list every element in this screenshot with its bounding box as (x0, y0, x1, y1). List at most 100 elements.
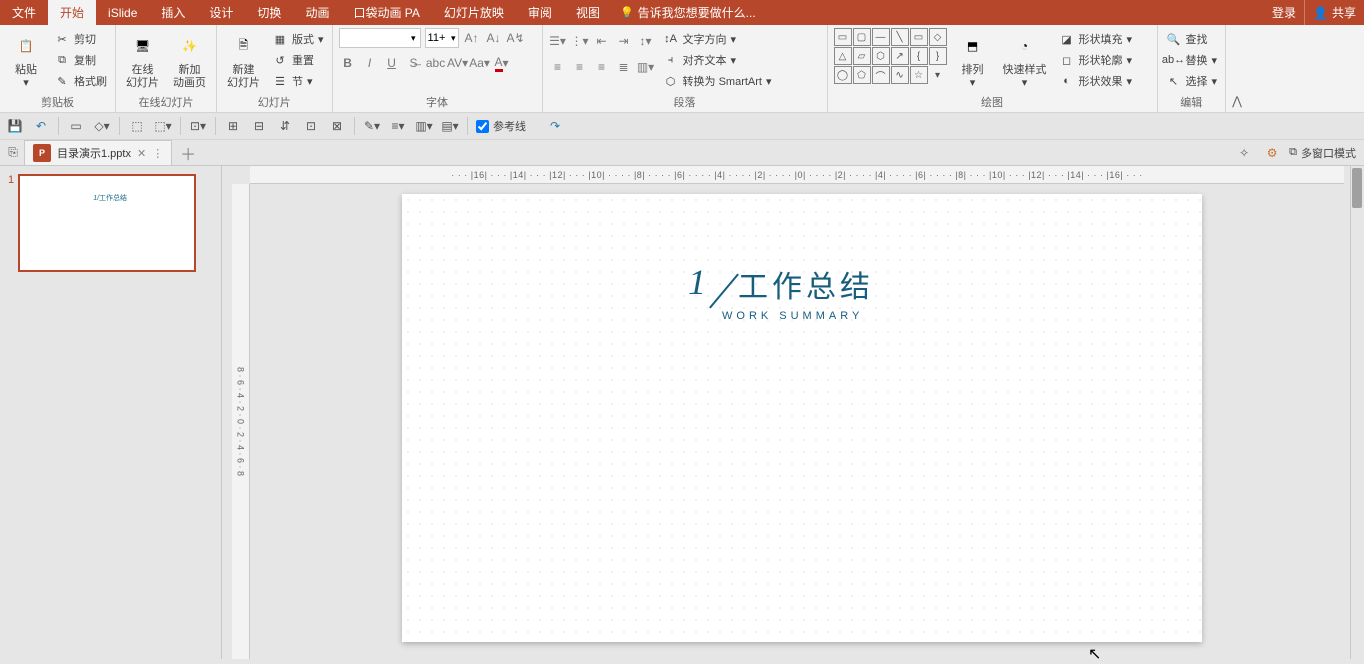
spacing-button[interactable]: AV▾ (449, 54, 467, 72)
layout-button[interactable]: ▦版式 ▾ (270, 30, 326, 48)
numbering-button[interactable]: ⋮▾ (571, 32, 589, 50)
menu-transition[interactable]: 切换 (245, 0, 293, 25)
menu-review[interactable]: 审阅 (516, 0, 564, 25)
online-slide-button[interactable]: 🖥 在线 幻灯片 (122, 28, 163, 92)
menu-islide[interactable]: iSlide (96, 0, 149, 25)
menu-home[interactable]: 开始 (48, 0, 96, 25)
italic-button[interactable]: I (361, 54, 379, 72)
menu-pa[interactable]: 口袋动画 PA (341, 0, 431, 25)
redo-button[interactable]: ↷ (546, 117, 564, 135)
strike-button[interactable]: S̶ (405, 54, 423, 72)
font-color-button[interactable]: A▾ (493, 54, 511, 72)
qa-btn-13[interactable]: ▥▾ (415, 117, 433, 135)
login-button[interactable]: 登录 (1264, 0, 1304, 25)
menu-file[interactable]: 文件 (0, 0, 48, 25)
new-slide-button[interactable]: 🗎 新建 幻灯片 (223, 28, 264, 92)
smartart-button[interactable]: ⬡转换为 SmartArt ▾ (661, 72, 774, 90)
arrange-button[interactable]: ⬒ 排列▾ (953, 28, 993, 92)
shape-effect-button[interactable]: ◐形状效果 ▾ (1057, 72, 1135, 90)
qa-btn-3[interactable]: ⬚ (128, 117, 146, 135)
menu-slideshow[interactable]: 幻灯片放映 (432, 0, 516, 25)
tell-me-box[interactable]: 告诉我您想要做什么... (612, 0, 764, 25)
menu-insert[interactable]: 插入 (149, 0, 197, 25)
qa-btn-4[interactable]: ⬚▾ (154, 117, 172, 135)
tab-nav-icon[interactable]: ⎘ (4, 144, 22, 162)
settings-button[interactable]: ⚙ (1261, 142, 1283, 164)
slide-subtitle[interactable]: WORK SUMMARY (722, 310, 863, 322)
qa-btn-6[interactable]: ⊞ (224, 117, 242, 135)
font-family-select[interactable]: ▾ (339, 28, 421, 48)
line-spacing-button[interactable]: ↕▾ (637, 32, 655, 50)
select-button[interactable]: ↖选择 ▾ (1164, 72, 1220, 90)
reset-button[interactable]: ↺重置 (270, 51, 326, 69)
ribbon-collapse-button[interactable]: ⋀ (1226, 25, 1248, 112)
qa-btn-12[interactable]: ≡▾ (389, 117, 407, 135)
text-direction-button[interactable]: ↕A文字方向 ▾ (661, 30, 774, 48)
vertical-ruler[interactable]: 8 · 6 · 4 · 2 · 0 · 2 · 4 · 6 · 8 (232, 184, 250, 659)
qa-btn-1[interactable]: ▭ (67, 117, 85, 135)
menu-animation[interactable]: 动画 (293, 0, 341, 25)
paste-button[interactable]: 📋 粘贴▾ (6, 28, 46, 92)
cut-button[interactable]: ✂剪切 (52, 30, 109, 48)
close-tab-button[interactable]: ✕ (137, 147, 146, 160)
font-size-select[interactable]: 11+▾ (425, 28, 459, 48)
qa-btn-10[interactable]: ⊠ (328, 117, 346, 135)
guideline-checkbox-input[interactable] (476, 120, 489, 133)
save-button[interactable]: 💾 (6, 117, 24, 135)
underline-button[interactable]: U (383, 54, 401, 72)
slide-title-group[interactable]: 1 工作总结 (688, 262, 874, 306)
qa-btn-5[interactable]: ⊡▾ (189, 117, 207, 135)
bold-button[interactable]: B (339, 54, 357, 72)
menu-view[interactable]: 视图 (564, 0, 612, 25)
document-tab[interactable]: P 目录演示1.pptx ✕ ⋮ (24, 140, 172, 165)
qa-btn-2[interactable]: ◇▾ (93, 117, 111, 135)
vertical-scrollbar[interactable] (1350, 166, 1364, 659)
shrink-font-button[interactable]: A↓ (485, 29, 503, 47)
slide-canvas[interactable]: 1 工作总结 WORK SUMMARY (402, 194, 1202, 642)
group-font: ▾ 11+▾ A↑ A↓ A↯ B I U S̶ abc AV▾ Aa▾ A▾ … (333, 25, 543, 112)
align-text-button[interactable]: ⫞对齐文本 ▾ (661, 51, 774, 69)
qa-btn-9[interactable]: ⊡ (302, 117, 320, 135)
indent-dec-button[interactable]: ⇤ (593, 32, 611, 50)
qa-btn-8[interactable]: ⇵ (276, 117, 294, 135)
align-center-button[interactable]: ≡ (571, 58, 589, 76)
section-button[interactable]: ☰节 ▾ (270, 72, 326, 90)
case-button[interactable]: Aa▾ (471, 54, 489, 72)
find-button[interactable]: 🔍查找 (1164, 30, 1220, 48)
copy-button[interactable]: ⧉复制 (52, 51, 109, 69)
replace-button[interactable]: ab↔替换 ▾ (1164, 51, 1220, 69)
shape-outline-button[interactable]: ◻形状轮廓 ▾ (1057, 51, 1135, 69)
indent-inc-button[interactable]: ⇥ (615, 32, 633, 50)
vertical-scroll-thumb[interactable] (1352, 168, 1362, 208)
shape-fill-button[interactable]: ◪形状填充 ▾ (1057, 30, 1135, 48)
online-slide-label: 在线 幻灯片 (126, 64, 159, 90)
qa-btn-14[interactable]: ▤▾ (441, 117, 459, 135)
horizontal-ruler[interactable]: · · · |16| · · · |14| · · · |12| · · · |… (250, 166, 1344, 184)
work-area: 1 1/工作总结 · · · |16| · · · |14| · · · |12… (0, 166, 1364, 659)
qa-btn-7[interactable]: ⊟ (250, 117, 268, 135)
columns-button[interactable]: ▥▾ (637, 58, 655, 76)
qa-btn-11[interactable]: ✎▾ (363, 117, 381, 135)
pin-button[interactable]: ✧ (1233, 142, 1255, 164)
align-justify-button[interactable]: ≣ (615, 58, 633, 76)
quick-style-icon: ◔ (1009, 30, 1041, 62)
clear-format-button[interactable]: A↯ (507, 29, 525, 47)
share-button[interactable]: 👤共享 (1304, 0, 1364, 25)
tab-menu-icon[interactable]: ⋮ (152, 147, 163, 160)
add-tab-button[interactable]: ＋ (178, 143, 198, 163)
align-left-button[interactable]: ≡ (549, 58, 567, 76)
align-right-button[interactable]: ≡ (593, 58, 611, 76)
shape-gallery[interactable]: ▭▢—╲▭◇ △▱⬡↗{} ◯⬠⌒∿☆▾ (834, 28, 947, 84)
guideline-checkbox[interactable]: 参考线 (476, 118, 526, 134)
slide-thumbnail-1[interactable]: 1/工作总结 (18, 174, 196, 272)
quick-style-button[interactable]: ◔ 快速样式▾ (999, 28, 1051, 92)
multi-window-button[interactable]: ⧉ 多窗口模式 (1289, 142, 1356, 164)
grow-font-button[interactable]: A↑ (463, 29, 481, 47)
format-painter-button[interactable]: ✎格式刷 (52, 72, 109, 90)
shape-fill-icon: ◪ (1059, 31, 1075, 47)
undo-button[interactable]: ↶ (32, 117, 50, 135)
bullets-button[interactable]: ☰▾ (549, 32, 567, 50)
new-anim-page-button[interactable]: ✨ 新加 动画页 (169, 28, 210, 92)
menu-design[interactable]: 设计 (197, 0, 245, 25)
shadow-button[interactable]: abc (427, 54, 445, 72)
